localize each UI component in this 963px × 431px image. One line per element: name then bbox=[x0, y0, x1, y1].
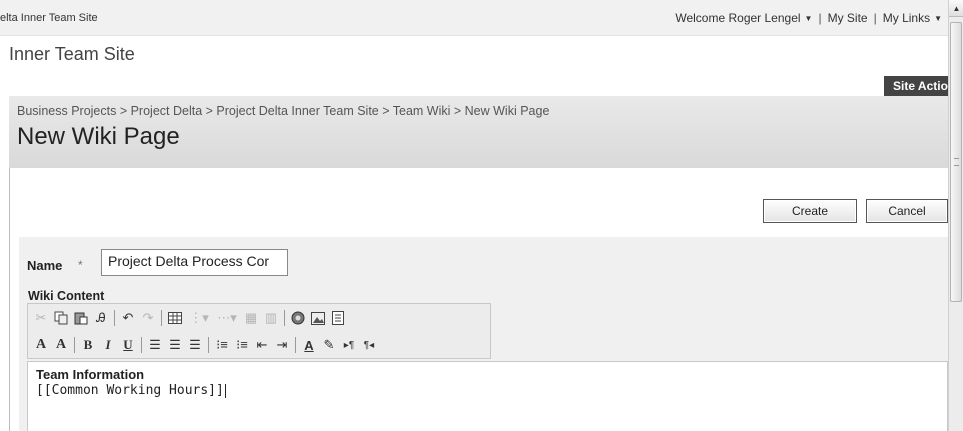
insert-image-icon[interactable] bbox=[309, 309, 327, 327]
insert-table-icon[interactable] bbox=[166, 309, 184, 327]
merge-cells-icon[interactable]: ▦ bbox=[242, 309, 260, 327]
create-button[interactable]: Create bbox=[763, 199, 857, 223]
cancel-button[interactable]: Cancel bbox=[866, 199, 948, 223]
spellcheck-icon[interactable]: Ꭿ bbox=[92, 309, 110, 327]
scroll-up-icon[interactable]: ▲ bbox=[949, 0, 963, 17]
toolbar-divider bbox=[114, 310, 115, 326]
wiki-content-label: Wiki Content bbox=[28, 289, 105, 303]
scrollbar-grip bbox=[954, 158, 959, 166]
font-size-icon[interactable]: A bbox=[52, 336, 70, 354]
chevron-down-icon: ▼ bbox=[804, 14, 813, 23]
decrease-indent-icon[interactable]: ⇤ bbox=[253, 336, 271, 354]
bold-icon[interactable]: B bbox=[79, 336, 97, 354]
align-right-icon[interactable]: ☰ bbox=[186, 336, 204, 354]
left-rail-divider bbox=[9, 168, 10, 431]
align-left-icon[interactable]: ☰ bbox=[146, 336, 164, 354]
my-links-menu[interactable]: My Links ▼ bbox=[883, 11, 942, 25]
name-field[interactable]: Project Delta Process Cor bbox=[101, 249, 288, 276]
required-marker: * bbox=[78, 258, 83, 272]
welcome-label: Welcome Roger Lengel bbox=[675, 11, 801, 25]
increase-indent-icon[interactable]: ⇥ bbox=[273, 336, 291, 354]
insert-link-icon[interactable] bbox=[289, 309, 307, 327]
rtl-icon[interactable]: ¶◂ bbox=[360, 336, 378, 354]
copy-icon[interactable] bbox=[52, 309, 70, 327]
separator: | bbox=[873, 11, 877, 25]
toolbar-divider bbox=[74, 337, 75, 353]
italic-icon[interactable]: I bbox=[99, 336, 117, 354]
editor-text: [[Common Working Hours]] bbox=[36, 383, 224, 398]
toolbar-divider bbox=[141, 337, 142, 353]
site-header: Inner Team Site bbox=[0, 36, 948, 76]
my-site-link[interactable]: My Site bbox=[828, 11, 868, 25]
insert-row-icon[interactable]: ⋮▾ bbox=[186, 309, 212, 327]
toolbar-row-2: A A B I U ☰ ☰ ☰ ⁝≡ ⁝≡ ⇤ ⇥ A ✎ ▸¶ ¶◂ bbox=[32, 334, 380, 356]
page-title: New Wiki Page bbox=[17, 123, 180, 150]
toolbar-divider bbox=[161, 310, 162, 326]
text-color-icon[interactable]: A bbox=[300, 336, 318, 354]
chevron-down-icon: ▼ bbox=[934, 14, 942, 23]
scrollbar-thumb[interactable] bbox=[950, 22, 962, 302]
top-nav-band bbox=[0, 76, 948, 96]
my-links-label: My Links bbox=[882, 11, 931, 25]
toolbar-divider bbox=[208, 337, 209, 353]
redo-icon[interactable]: ↷ bbox=[139, 309, 157, 327]
highlight-color-icon[interactable]: ✎ bbox=[320, 336, 338, 354]
global-navigation-bar: elta Inner Team Site Welcome Roger Lenge… bbox=[0, 0, 948, 36]
undo-icon[interactable]: ↶ bbox=[119, 309, 137, 327]
insert-column-icon[interactable]: ⋯▾ bbox=[214, 309, 240, 327]
page-scrollbar[interactable]: ▲ bbox=[948, 0, 963, 431]
split-cells-icon[interactable]: ▥ bbox=[262, 309, 280, 327]
toolbar-divider bbox=[284, 310, 285, 326]
toolbar-divider bbox=[295, 337, 296, 353]
font-icon[interactable]: A bbox=[32, 336, 50, 354]
align-center-icon[interactable]: ☰ bbox=[166, 336, 184, 354]
text-caret bbox=[224, 383, 226, 398]
name-label: Name bbox=[27, 258, 63, 273]
paste-icon[interactable] bbox=[72, 309, 90, 327]
cut-icon[interactable]: ✂ bbox=[32, 309, 50, 327]
page-title-area: Business Projects > Project Delta > Proj… bbox=[9, 96, 948, 168]
breadcrumb[interactable]: Business Projects > Project Delta > Proj… bbox=[17, 104, 549, 118]
editor-heading: Team Information bbox=[36, 367, 145, 382]
numbered-list-icon[interactable]: ⁝≡ bbox=[213, 336, 231, 354]
toolbar-row-1: ✂ Ꭿ ↶ ↷ ⋮▾ ⋯▾ ▦ ▥ bbox=[32, 307, 349, 329]
ltr-icon[interactable]: ▸¶ bbox=[340, 336, 358, 354]
site-title[interactable]: Inner Team Site bbox=[9, 44, 135, 65]
bulleted-list-icon[interactable]: ⁝≡ bbox=[233, 336, 251, 354]
insert-list-icon[interactable] bbox=[329, 309, 347, 327]
rich-text-toolbar: ✂ Ꭿ ↶ ↷ ⋮▾ ⋯▾ ▦ ▥ A A B I U ☰ ☰ ☰ ⁝≡ ⁝≡ … bbox=[27, 303, 491, 359]
wiki-content-editor[interactable]: Team Information [[Common Working Hours]… bbox=[27, 361, 948, 431]
site-breadcrumb-link[interactable]: elta Inner Team Site bbox=[0, 12, 98, 24]
welcome-menu[interactable]: Welcome Roger Lengel ▼ bbox=[675, 11, 812, 25]
user-links: Welcome Roger Lengel ▼ | My Site | My Lin… bbox=[675, 11, 942, 25]
editor-text-line: [[Common Working Hours]] bbox=[36, 383, 226, 398]
separator: | bbox=[818, 11, 822, 25]
underline-icon[interactable]: U bbox=[119, 336, 137, 354]
